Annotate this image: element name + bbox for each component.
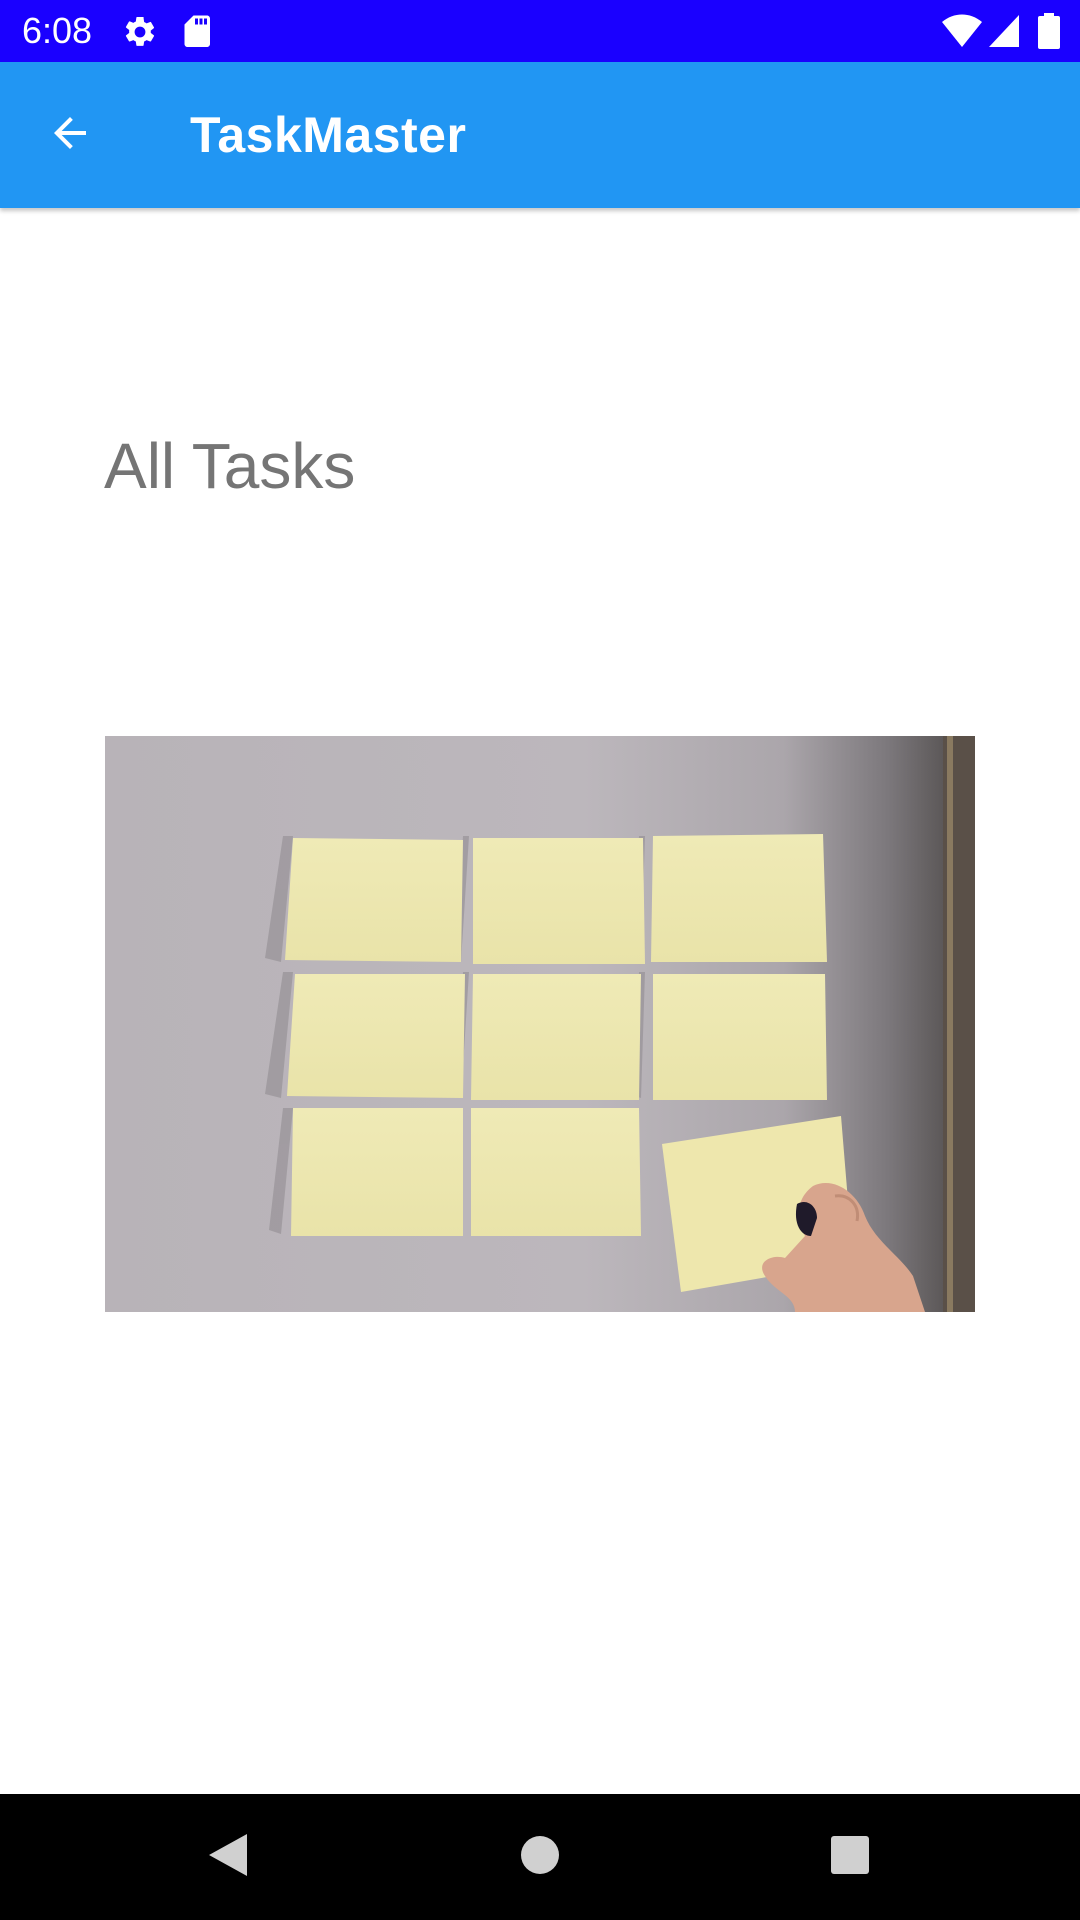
status-bar: 6:08 xyxy=(0,0,1080,62)
nav-back-button[interactable] xyxy=(192,1822,262,1892)
nav-recents-icon xyxy=(830,1835,870,1880)
nav-home-icon xyxy=(520,1835,560,1880)
app-bar: TaskMaster xyxy=(0,62,1080,208)
wifi-icon xyxy=(942,14,982,48)
nav-back-icon xyxy=(205,1832,249,1883)
cell-signal-icon xyxy=(988,14,1020,48)
gear-icon xyxy=(122,14,158,50)
navigation-bar xyxy=(0,1794,1080,1920)
nav-recents-button[interactable] xyxy=(815,1822,885,1892)
arrow-back-icon xyxy=(46,109,94,162)
page-heading: All Tasks xyxy=(104,430,356,502)
nav-home-button[interactable] xyxy=(505,1822,575,1892)
sticky-notes-image xyxy=(105,736,975,1312)
app-title: TaskMaster xyxy=(190,107,467,163)
sd-card-icon xyxy=(183,14,213,50)
battery-icon xyxy=(1038,13,1060,49)
back-button[interactable] xyxy=(34,99,106,171)
status-time: 6:08 xyxy=(22,10,93,51)
